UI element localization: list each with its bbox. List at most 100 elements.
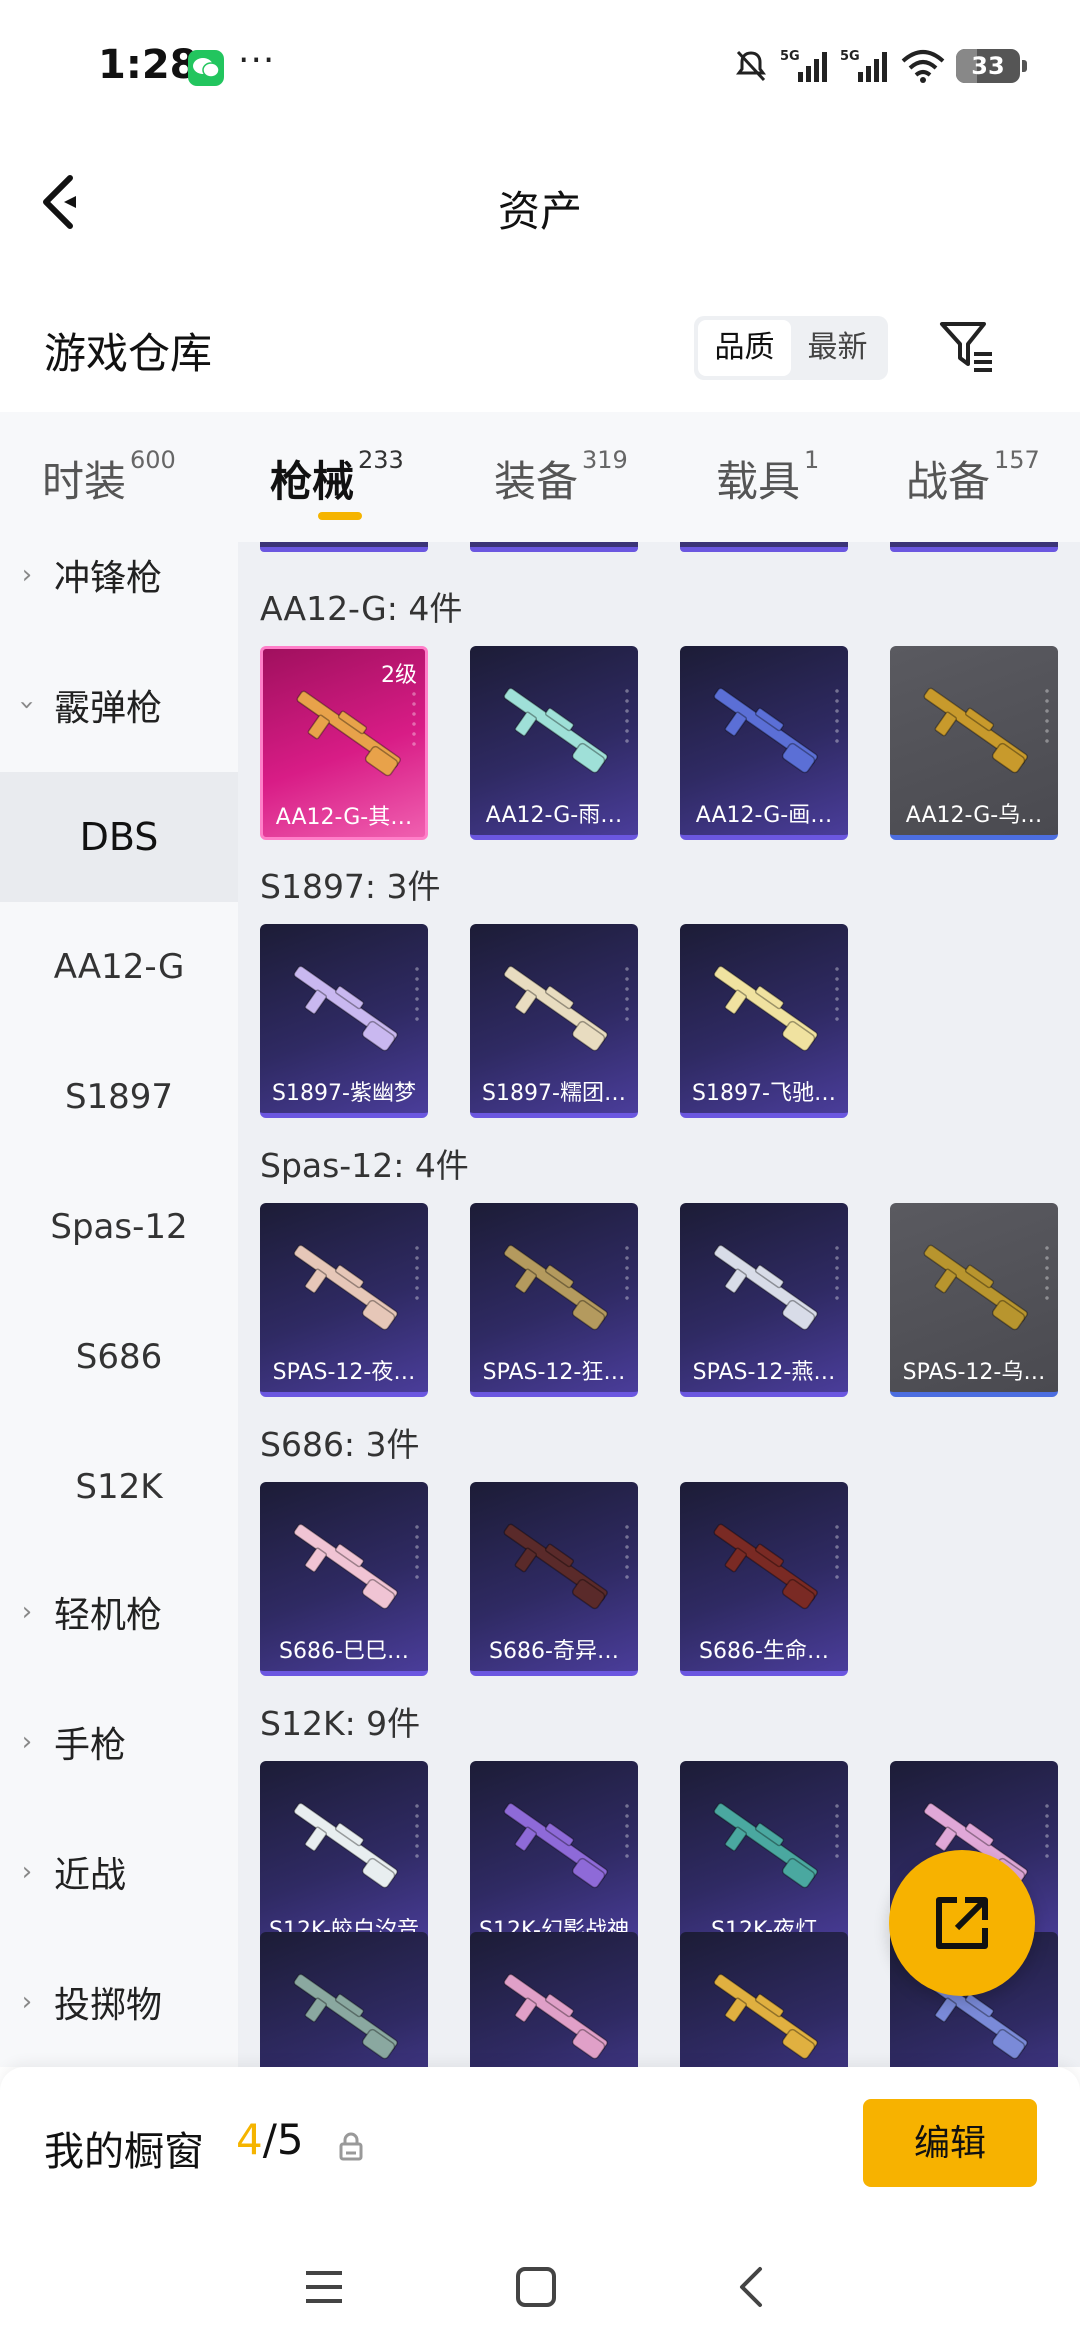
weapon-skin-name: SPAS-12-夜… — [272, 1360, 416, 1385]
weapon-skin-card[interactable]: SPAS-12-狂… — [470, 1203, 638, 1397]
weapon-image — [503, 1802, 608, 1889]
weapon-skin-card[interactable]: S1897-糯团… — [470, 924, 638, 1118]
menu-icon[interactable] — [294, 2257, 354, 2317]
sidebar-item-pistol[interactable]: › 手枪 — [0, 1677, 238, 1807]
weapon-image — [923, 687, 1028, 774]
signal-5g-icon-2: 5G — [840, 49, 887, 82]
partial-card[interactable] — [470, 542, 638, 552]
sidebar-subitem-s686[interactable]: S686 — [0, 1292, 238, 1422]
weapon-skin-name: SPAS-12-燕… — [692, 1360, 836, 1385]
active-tab-indicator — [318, 512, 362, 520]
weapon-skin-list: AA12-G: 4件 2级 AA12-G-其… AA12-G-雨… AA12-G-画… A… — [238, 542, 1080, 2067]
weapon-image — [503, 687, 608, 774]
weapon-image — [503, 1523, 608, 1610]
weapon-skin-name: S1897-飞驰… — [692, 1081, 836, 1106]
wifi-icon — [901, 50, 945, 83]
weapon-skin-name: S686-奇异… — [489, 1639, 619, 1664]
weapon-skin-name: AA12-G-其… — [275, 805, 413, 830]
weapon-skin-card[interactable] — [260, 1932, 428, 2067]
share-icon — [936, 1897, 988, 1949]
filter-icon — [940, 322, 992, 372]
mute-bell-icon — [736, 50, 766, 82]
partial-card[interactable] — [680, 542, 848, 552]
tab-firearms[interactable]: 枪械 233 — [270, 446, 404, 509]
chevron-right-icon: › — [21, 1597, 33, 1627]
weapon-skin-card[interactable]: SPAS-12-夜… — [260, 1203, 428, 1397]
sidebar-item-throwable[interactable]: › 投掷物 — [0, 1937, 238, 2067]
status-time: 1:28 — [98, 42, 198, 88]
weapon-image — [923, 1244, 1028, 1331]
weapon-category-sidebar: › 冲锋枪 › 霰弹枪 DBS AA12-G S1897 Spas-12 S686 … — [0, 542, 238, 2067]
svg-text:5G: 5G — [840, 49, 860, 64]
weapon-skin-card[interactable]: S12K-皎白汐音 — [260, 1761, 428, 1955]
sidebar-item-lmg[interactable]: › 轻机枪 — [0, 1547, 238, 1677]
more-notifications: ··· — [238, 40, 276, 81]
nav-back-icon[interactable] — [722, 2257, 782, 2317]
sort-quality-button[interactable]: 品质 — [698, 320, 791, 376]
sidebar-subitem-spas12[interactable]: Spas-12 — [0, 1162, 238, 1292]
svg-text:5G: 5G — [780, 49, 800, 64]
sort-newest-button[interactable]: 最新 — [791, 320, 884, 376]
card-pattern — [832, 1522, 842, 1582]
share-button[interactable] — [889, 1850, 1035, 1996]
card-pattern — [622, 1522, 632, 1582]
sidebar-subitem-s1897[interactable]: S1897 — [0, 1032, 238, 1162]
chevron-right-icon: › — [21, 1987, 33, 2017]
card-pattern — [622, 1801, 632, 1861]
weapon-image — [713, 1802, 818, 1889]
sort-toggle: 品质 最新 — [694, 316, 888, 380]
showcase-count: 4/5 — [236, 2115, 304, 2164]
chevron-down-icon: › — [12, 699, 42, 711]
weapon-skin-name: AA12-G-雨… — [485, 803, 623, 828]
chevron-right-icon: › — [21, 1727, 33, 1757]
weapon-skin-card[interactable]: S1897-飞驰… — [680, 924, 848, 1118]
weapon-skin-card[interactable]: S686-巳巳… — [260, 1482, 428, 1676]
sidebar-item-smg[interactable]: › 冲锋枪 — [0, 542, 238, 640]
weapon-group-label: AA12-G: 4件 — [260, 589, 463, 628]
card-pattern — [412, 1801, 422, 1861]
card-pattern — [412, 1243, 422, 1303]
weapon-skin-card[interactable]: AA12-G-画… — [680, 646, 848, 840]
weapon-skin-card[interactable]: S12K-夜灯 — [680, 1761, 848, 1955]
card-pattern — [622, 964, 632, 1024]
edit-button[interactable]: 编辑 — [863, 2099, 1037, 2187]
tab-vehicles[interactable]: 载具 1 — [716, 446, 819, 509]
chevron-right-icon: › — [21, 1857, 33, 1887]
filter-button[interactable] — [936, 316, 996, 376]
weapon-skin-card[interactable]: 2级 AA12-G-其… — [260, 646, 428, 840]
tab-battle-gear[interactable]: 战备 157 — [906, 446, 1040, 509]
card-pattern — [412, 1522, 422, 1582]
weapon-skin-card[interactable]: AA12-G-雨… — [470, 646, 638, 840]
weapon-image — [713, 1244, 818, 1331]
weapon-skin-card[interactable]: S686-奇异… — [470, 1482, 638, 1676]
tab-fashion[interactable]: 时装 600 — [42, 446, 176, 509]
weapon-skin-card[interactable]: SPAS-12-燕… — [680, 1203, 848, 1397]
card-pattern — [832, 964, 842, 1024]
weapon-skin-card[interactable]: AA12-G-乌… — [890, 646, 1058, 840]
partial-card[interactable] — [260, 542, 428, 552]
battery-indicator: 33 — [956, 49, 1027, 83]
weapon-image — [713, 1973, 818, 2060]
home-icon[interactable] — [506, 2257, 566, 2317]
sidebar-item-melee[interactable]: › 近战 — [0, 1807, 238, 1937]
tab-equipment[interactable]: 装备 319 — [494, 446, 628, 509]
weapon-group-label: S686: 3件 — [260, 1425, 420, 1464]
weapon-skin-name: SPAS-12-狂… — [482, 1360, 626, 1385]
sidebar-subitem-aa12g[interactable]: AA12-G — [0, 902, 238, 1032]
weapon-skin-card[interactable] — [470, 1932, 638, 2067]
sidebar-subitem-s12k[interactable]: S12K — [0, 1422, 238, 1552]
sidebar-subitem-dbs[interactable]: DBS — [0, 772, 238, 902]
weapon-skin-card[interactable] — [680, 1932, 848, 2067]
weapon-skin-name: AA12-G-乌… — [905, 803, 1043, 828]
weapon-skin-card[interactable]: S686-生命… — [680, 1482, 848, 1676]
weapon-skin-card[interactable]: SPAS-12-乌… — [890, 1203, 1058, 1397]
showcase-label: 我的橱窗 — [44, 2129, 204, 2175]
sidebar-item-shotgun[interactable]: › 霰弹枪 — [0, 640, 238, 770]
weapon-skin-card[interactable]: S1897-紫幽梦 — [260, 924, 428, 1118]
partial-card[interactable] — [890, 542, 1058, 552]
lock-icon — [339, 2132, 363, 2161]
weapon-image — [503, 1244, 608, 1331]
card-pattern — [622, 686, 632, 746]
wechat-icon — [188, 50, 224, 86]
weapon-skin-card[interactable]: S12K-幻影战神 — [470, 1761, 638, 1955]
